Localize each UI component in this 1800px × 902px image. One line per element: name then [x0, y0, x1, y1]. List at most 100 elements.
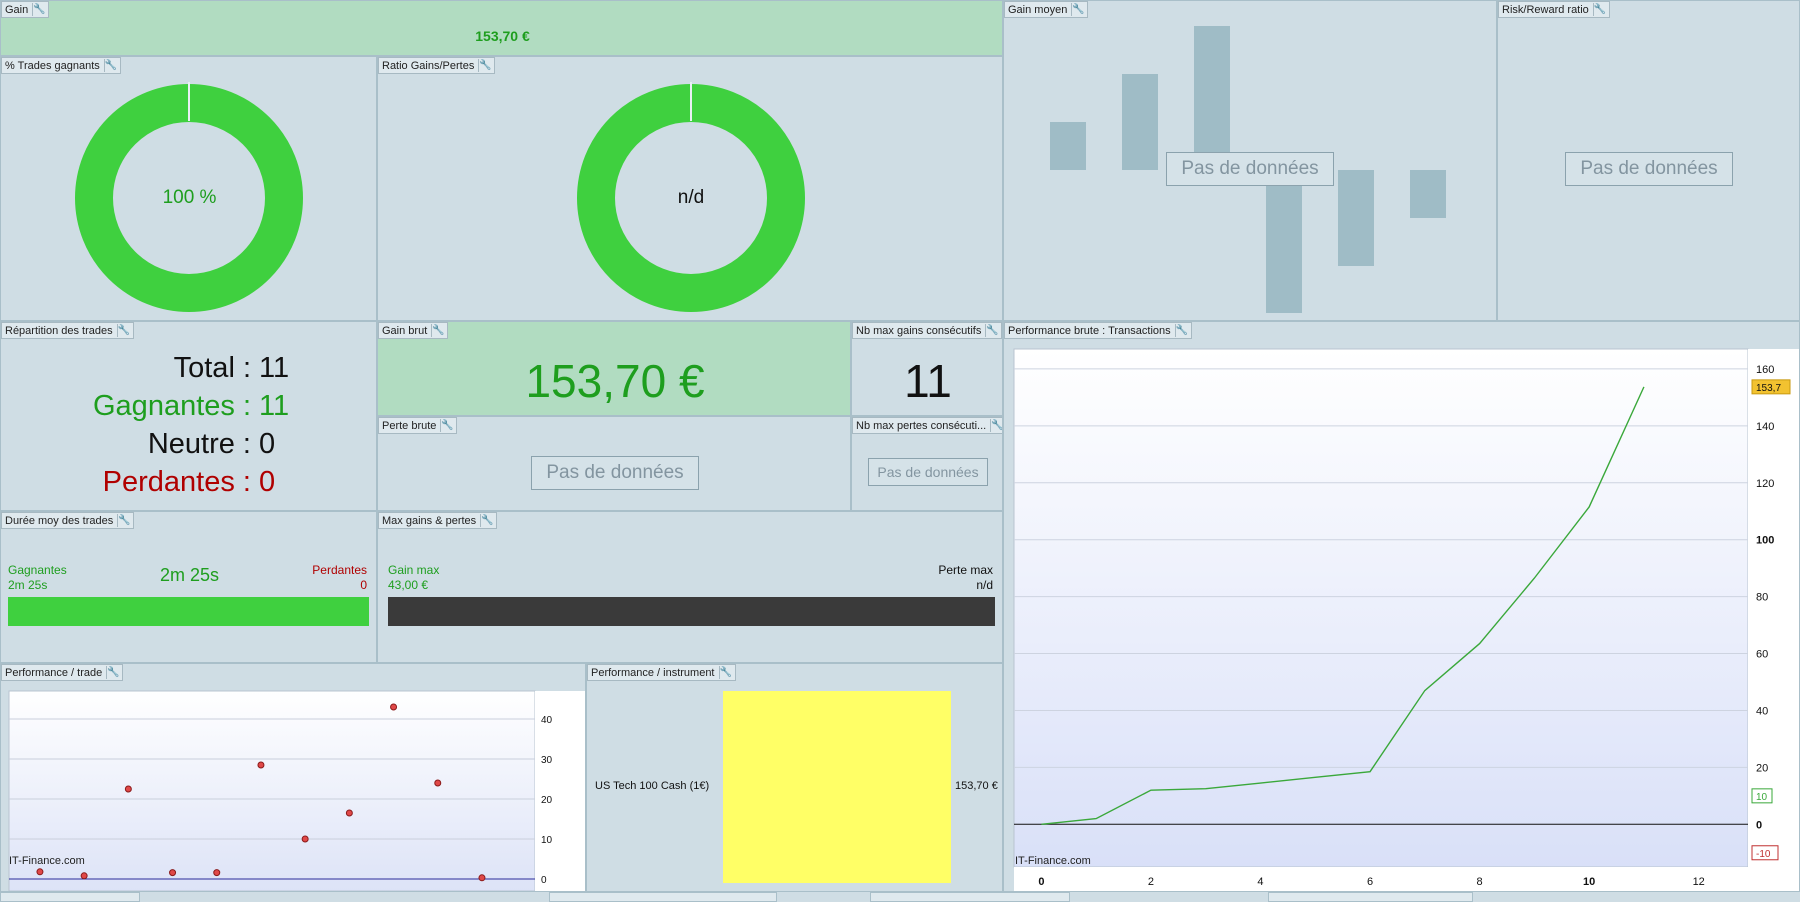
- placeholder-bar: [1338, 170, 1374, 266]
- wrench-icon[interactable]: 🔧: [480, 514, 494, 527]
- duree-panel: Durée moy des trades 🔧 Gagnantes 2m 25s 2…: [0, 511, 377, 663]
- x-tick-label: 12: [1693, 876, 1705, 888]
- no-data-label: Pas de données: [1565, 152, 1733, 186]
- instrument-block[interactable]: [723, 691, 951, 883]
- nb-max-pertes-panel: Nb max pertes consécuti... 🔧 Pas de donné…: [851, 416, 1003, 511]
- y-tick-label: 0: [541, 875, 547, 886]
- perf-trade-panel: Performance / trade 🔧 0 10 20 30 40 IT-Financ…: [0, 663, 586, 892]
- last-value-badge-text: 153,7: [1756, 383, 1781, 394]
- no-data-label: Pas de données: [1166, 152, 1334, 186]
- y-tick-label: 60: [1756, 649, 1768, 661]
- watermark: IT-Finance.com: [1015, 855, 1091, 867]
- nb-max-gains-title: Nb max gains consécutifs 🔧: [852, 322, 1002, 339]
- y-tick-label: 0: [1756, 819, 1762, 831]
- bottom-tab[interactable]: [870, 892, 1070, 902]
- badge-10-text: 10: [1756, 792, 1768, 803]
- y-tick-label: 80: [1756, 592, 1768, 604]
- max-gains-left-label: Gain max: [388, 563, 440, 577]
- perf-instrument-panel: Performance / instrument 🔧 US Tech 100 Ca…: [586, 663, 1003, 892]
- badge-neg10-text: -10: [1756, 849, 1771, 860]
- gain-brut-panel: Gain brut 🔧 153,70 €: [377, 321, 851, 416]
- placeholder-bar: [1410, 170, 1446, 218]
- scatter-point[interactable]: [301, 835, 309, 843]
- scatter-point[interactable]: [345, 809, 353, 817]
- wrench-icon[interactable]: 🔧: [440, 419, 454, 432]
- watermark: IT-Finance.com: [9, 855, 85, 867]
- nb-max-pertes-title: Nb max pertes consécuti... 🔧: [852, 417, 1002, 434]
- scatter-point[interactable]: [213, 869, 221, 877]
- risk-reward-title: Risk/Reward ratio 🔧: [1498, 1, 1610, 18]
- plot-area: [8, 690, 536, 891]
- gain-moyen-panel: Gain moyen 🔧 Pas de données: [1003, 0, 1497, 321]
- placeholder-bar: [1122, 74, 1158, 170]
- neutre-row: Neutre : 0: [1, 428, 376, 466]
- x-tick-label: 8: [1477, 876, 1483, 888]
- bottom-tab[interactable]: [549, 892, 777, 902]
- wrench-icon[interactable]: 🔧: [116, 324, 130, 337]
- gain-brut-title: Gain brut 🔧: [378, 322, 449, 339]
- wrench-icon[interactable]: 🔧: [985, 324, 999, 337]
- x-tick-label: 0: [1038, 876, 1044, 888]
- scatter-point[interactable]: [169, 869, 177, 877]
- scatter-point[interactable]: [124, 785, 132, 793]
- scatter-point[interactable]: [434, 779, 442, 787]
- max-gains-panel: Max gains & pertes 🔧 Gain max 43,00 € Per…: [377, 511, 1003, 663]
- x-tick-label: 6: [1367, 876, 1373, 888]
- total-label: Total :: [173, 352, 251, 384]
- total-value: 11: [259, 352, 290, 384]
- duree-right-label: Perdantes: [312, 563, 367, 577]
- neutre-value: 0: [259, 428, 276, 460]
- x-tick-label: 10: [1583, 876, 1595, 888]
- nb-max-gains-panel: Nb max gains consécutifs 🔧 11: [851, 321, 1003, 416]
- x-tick-label: 4: [1257, 876, 1263, 888]
- pct-trades-panel: % Trades gagnants 🔧 100 %: [0, 56, 377, 321]
- y-tick-label: 100: [1756, 535, 1774, 547]
- no-data-label: Pas de données: [868, 458, 988, 486]
- no-data-label: Pas de données: [531, 456, 699, 490]
- y-tick-label: 20: [1756, 762, 1768, 774]
- neutre-label: Neutre :: [147, 428, 251, 460]
- duree-title: Durée moy des trades 🔧: [1, 512, 135, 529]
- instrument-label: US Tech 100 Cash (1€): [595, 780, 710, 792]
- gain-moyen-title: Gain moyen 🔧: [1004, 1, 1089, 18]
- scatter-point[interactable]: [80, 872, 88, 880]
- bottom-tab[interactable]: [1268, 892, 1473, 902]
- wrench-icon[interactable]: 🔧: [1071, 3, 1085, 16]
- wrench-icon[interactable]: 🔧: [718, 666, 732, 679]
- y-tick-label: 160: [1756, 364, 1774, 376]
- perf-brute-chart: 0 20 40 60 80 100 120 140 160 0 2 4 6 8 10 12 153,7 10 -10: [1013, 348, 1799, 891]
- perdantes-value: 0: [259, 466, 276, 498]
- scatter-point[interactable]: [36, 868, 44, 876]
- scatter-point[interactable]: [390, 703, 398, 711]
- wrench-icon[interactable]: 🔧: [1592, 3, 1606, 16]
- bottom-tab[interactable]: [0, 892, 140, 902]
- nb-max-gains-value: 11: [904, 355, 952, 407]
- x-axis-area: [1014, 867, 1799, 891]
- perte-brute-title: Perte brute 🔧: [378, 417, 458, 434]
- scatter-point[interactable]: [257, 761, 265, 769]
- badge-10: 10: [1751, 788, 1773, 804]
- scatter-point[interactable]: [478, 874, 486, 882]
- gain-brut-value: 153,70 €: [525, 355, 705, 407]
- wrench-icon[interactable]: 🔧: [431, 324, 445, 337]
- wrench-icon[interactable]: 🔧: [990, 419, 1002, 432]
- y-tick-label: 40: [1756, 705, 1768, 717]
- duree-right-value: 0: [360, 578, 367, 592]
- perte-brute-panel: Perte brute 🔧 Pas de données: [377, 416, 851, 511]
- repartition-panel: Répartition des trades 🔧 Total : 11 Gagna…: [0, 321, 377, 511]
- wrench-icon[interactable]: 🔧: [117, 514, 131, 527]
- max-gains-right-label: Perte max: [938, 563, 993, 577]
- wrench-icon[interactable]: 🔧: [32, 3, 46, 16]
- perf-instrument-title: Performance / instrument 🔧: [587, 664, 736, 681]
- y-tick-label: 10: [541, 835, 553, 846]
- max-gains-bar: [388, 597, 995, 626]
- gain-panel: Gain 🔧 153,70 €: [0, 0, 1003, 56]
- total-row: Total : 11: [1, 352, 376, 390]
- y-tick-label: 40: [541, 715, 553, 726]
- duree-bar: [8, 597, 369, 626]
- gain-value: 153,70 €: [475, 28, 530, 44]
- perf-brute-panel: Performance brute : Transactions 🔧 0 20 40 6…: [1003, 321, 1800, 892]
- placeholder-bar: [1194, 26, 1230, 170]
- pct-trades-center: 100 %: [162, 187, 217, 208]
- ratio-center: n/d: [677, 187, 705, 208]
